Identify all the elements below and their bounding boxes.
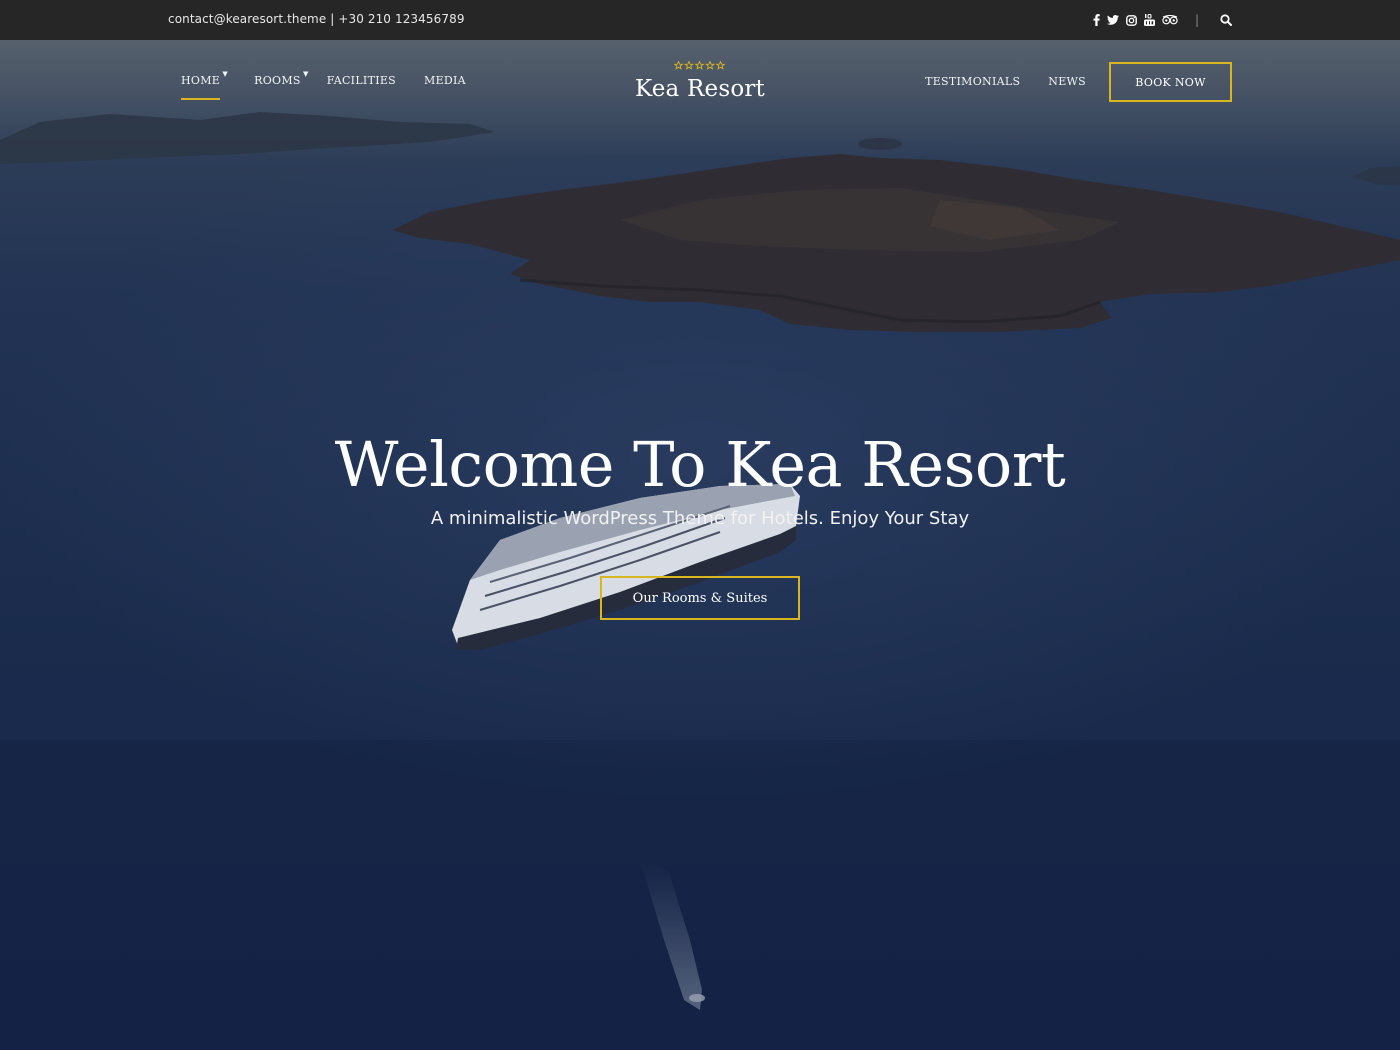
topbar-separator: | xyxy=(1194,13,1199,27)
main-nav-left: HOME ▼ ROOMS ▼ FACILITIES MEDIA xyxy=(181,70,466,100)
nav-home[interactable]: HOME ▼ xyxy=(181,70,228,100)
dropdown-caret-icon: ▼ xyxy=(303,70,309,78)
contact-info: contact@kearesort.theme | +30 210 123456… xyxy=(168,12,465,26)
tripadvisor-icon[interactable] xyxy=(1162,13,1178,27)
instagram-icon[interactable] xyxy=(1126,13,1137,27)
nav-media[interactable]: MEDIA xyxy=(424,74,466,87)
hero-subtitle: A minimalistic WordPress Theme for Hotel… xyxy=(430,508,970,529)
main-nav-right: TESTIMONIALS NEWS xyxy=(925,75,1086,88)
dropdown-caret-icon: ▼ xyxy=(222,70,229,78)
rooms-suites-button[interactable]: Our Rooms & Suites xyxy=(600,576,800,620)
hero-section xyxy=(0,40,1400,1050)
nav-facilities-label: FACILITIES xyxy=(326,74,397,87)
star-icons xyxy=(674,61,726,70)
nav-rooms-label: ROOMS xyxy=(254,74,301,87)
nav-testimonials[interactable]: TESTIMONIALS xyxy=(925,75,1020,88)
facebook-icon[interactable] xyxy=(1093,13,1100,27)
nav-home-label: HOME xyxy=(181,74,221,87)
hero-background-image xyxy=(0,40,1400,1050)
star-rating xyxy=(600,61,800,71)
top-bar: contact@kearesort.theme | +30 210 123456… xyxy=(0,0,1400,40)
logo-name: Kea Resort xyxy=(634,76,766,102)
youtube-icon[interactable] xyxy=(1143,13,1155,27)
social-links: | xyxy=(1093,11,1232,29)
nav-media-label: MEDIA xyxy=(424,74,466,87)
book-now-button[interactable]: BOOK NOW xyxy=(1109,62,1232,102)
twitter-icon[interactable] xyxy=(1106,13,1119,27)
site-logo[interactable]: Kea Resort xyxy=(600,61,800,102)
nav-rooms[interactable]: ROOMS ▼ xyxy=(254,70,308,87)
search-icon[interactable] xyxy=(1220,13,1232,27)
hero-title: Welcome To Kea Resort xyxy=(334,428,1066,501)
nav-facilities[interactable]: FACILITIES xyxy=(327,74,396,87)
nav-news[interactable]: NEWS xyxy=(1048,75,1086,88)
